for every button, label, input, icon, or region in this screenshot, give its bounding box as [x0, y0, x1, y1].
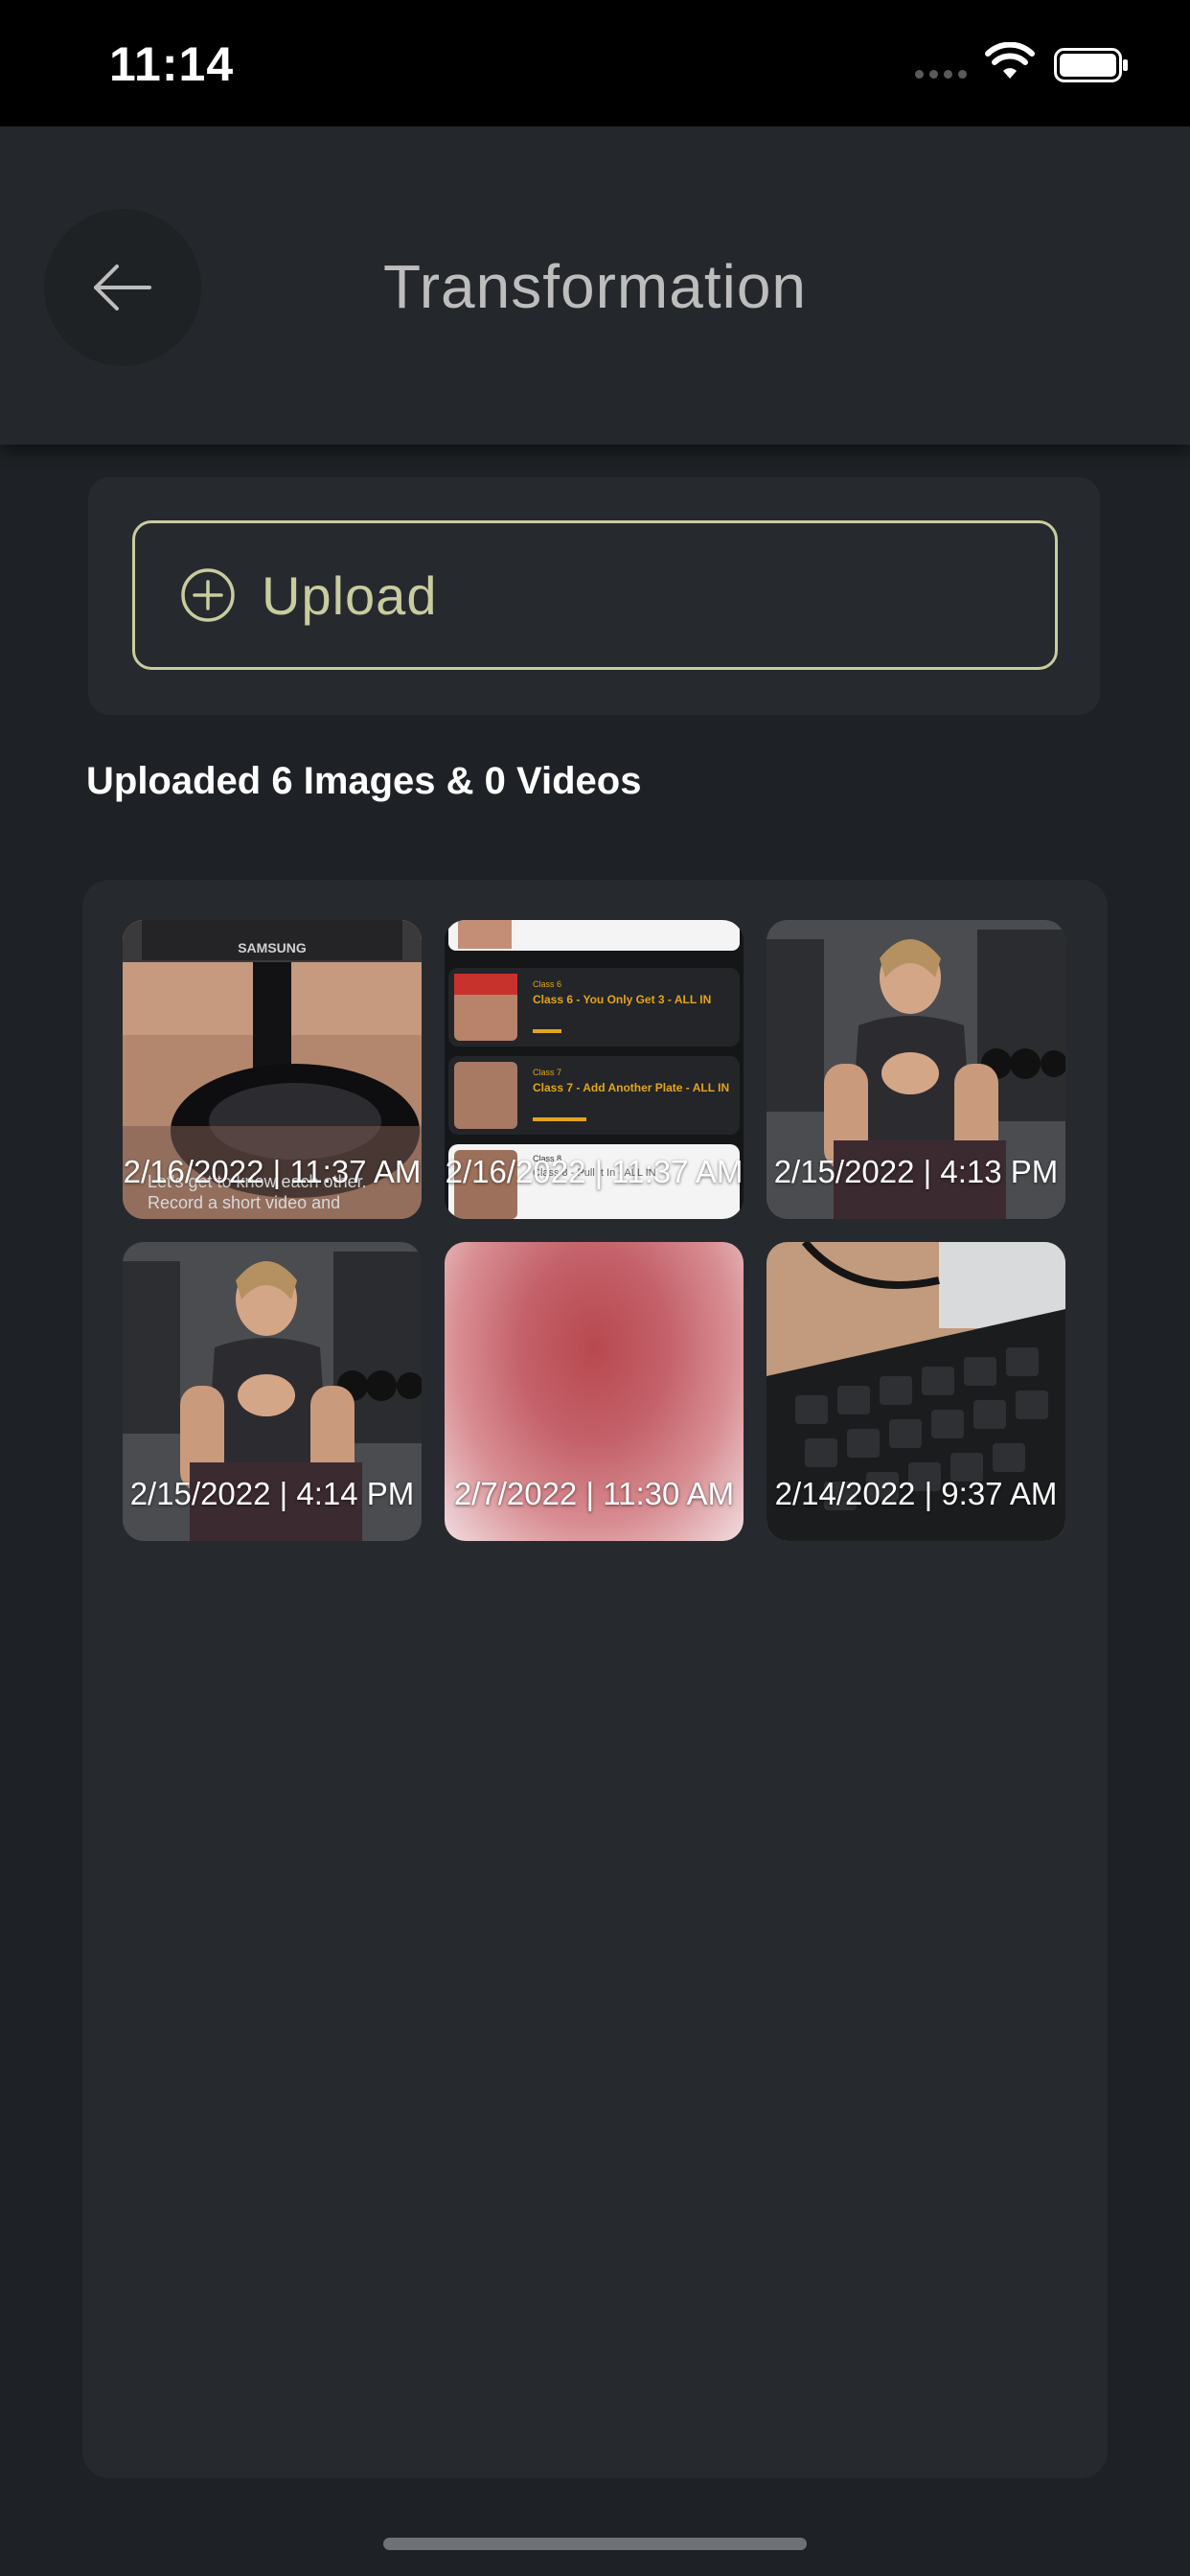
overlay-line: Record a short video and: [148, 1193, 341, 1212]
class-row-label: Class 7: [533, 1068, 562, 1077]
uploaded-summary: Uploaded 6 Images & 0 Videos: [86, 760, 642, 802]
gallery-thumbnail[interactable]: 2/7/2022 | 11:30 AM: [445, 1242, 744, 1541]
class-row-title: Class 7 - Add Another Plate - ALL IN: [533, 1081, 730, 1094]
app-header: Transformation: [0, 126, 1190, 445]
upload-card: Upload: [88, 477, 1100, 715]
gallery-thumbnail[interactable]: 2/14/2022 | 9:37 AM: [767, 1242, 1065, 1541]
media-gallery: SAMSUNG Let's get to know each other. Re…: [82, 880, 1108, 2478]
thumbnail-date: 2/7/2022 | 11:30 AM: [453, 1476, 735, 1511]
thumbnail-date: 2/15/2022 | 4:13 PM: [773, 1154, 1059, 1189]
upload-button[interactable]: Upload: [132, 520, 1058, 670]
gallery-thumbnail[interactable]: SAMSUNG Let's get to know each other. Re…: [123, 920, 422, 1219]
gallery-thumbnail[interactable]: 2/15/2022 | 4:14 PM: [123, 1242, 422, 1541]
thumbnail-date: 2/14/2022 | 9:37 AM: [774, 1476, 1058, 1511]
plus-circle-icon: [181, 568, 235, 622]
home-indicator[interactable]: [383, 2538, 807, 2550]
status-time: 11:14: [109, 37, 235, 91]
gallery-thumbnail[interactable]: 2/15/2022 | 4:13 PM: [767, 920, 1065, 1219]
svg-text:SAMSUNG: SAMSUNG: [238, 940, 307, 955]
page-title: Transformation: [383, 252, 807, 321]
gallery-thumbnail[interactable]: Class 6 Class 6 - You Only Get 3 - ALL I…: [445, 920, 744, 1219]
class-row-title: Class 6 - You Only Get 3 - ALL IN: [533, 993, 712, 1006]
upload-label: Upload: [262, 564, 438, 626]
class-row-label: Class 6: [533, 979, 562, 989]
cellular-signal-icon: [915, 70, 967, 79]
thumbnail-date: 2/15/2022 | 4:14 PM: [129, 1476, 415, 1511]
thumbnail-date: 2/16/2022 | 11:37 AM: [123, 1154, 422, 1189]
thumbnail-date: 2/16/2022 | 11:37 AM: [445, 1154, 744, 1189]
status-bar: 11:14: [0, 0, 1190, 126]
battery-icon: [1054, 48, 1128, 82]
wifi-icon: [985, 42, 1035, 79]
